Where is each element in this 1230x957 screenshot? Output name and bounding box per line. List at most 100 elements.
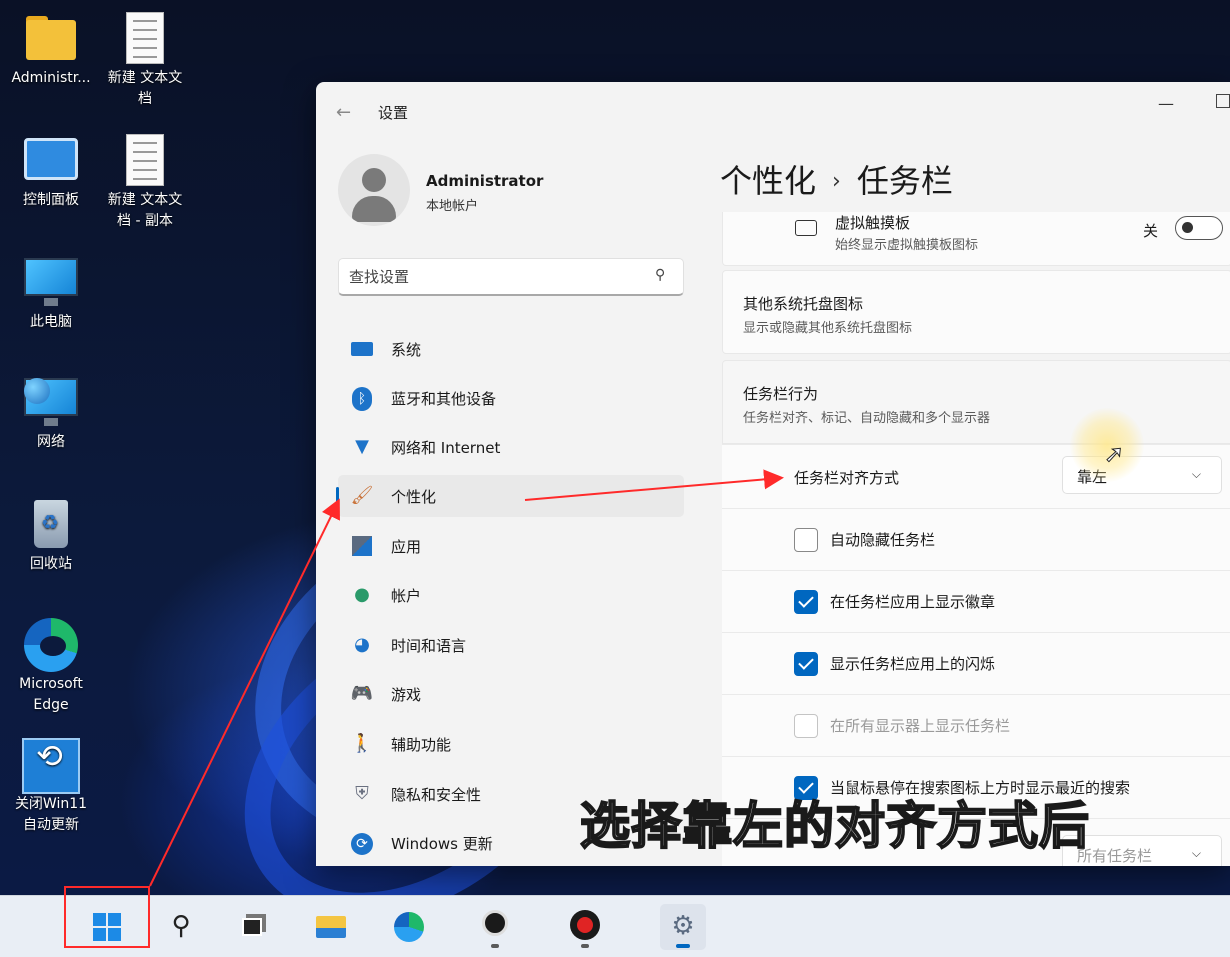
touchpad-subtitle: 始终显示虚拟触摸板图标 bbox=[835, 238, 979, 253]
maximize-button[interactable] bbox=[1216, 94, 1230, 108]
taskbar-behaviors-header[interactable]: 任务栏行为 任务栏对齐、标记、自动隐藏和多个显示器 bbox=[722, 360, 1230, 444]
account-type: 本地帐户 bbox=[426, 199, 479, 214]
computer-icon bbox=[22, 256, 80, 308]
behaviors-subtitle: 任务栏对齐、标记、自动隐藏和多个显示器 bbox=[743, 411, 991, 426]
recycle-bin-icon bbox=[22, 498, 80, 550]
breadcrumb: 个性化 › 任务栏 bbox=[720, 156, 953, 202]
settings-taskbar-button[interactable]: ⚙ bbox=[660, 904, 706, 950]
sidebar-item-label: 系统 bbox=[391, 341, 422, 359]
desktop-icon-disable-win11-update[interactable]: 关闭Win11自动更新 bbox=[8, 738, 94, 836]
accessibility-icon: 🚶 bbox=[350, 733, 374, 754]
sidebar-item-apps[interactable]: 应用 bbox=[338, 525, 684, 567]
update-icon: ⟳ bbox=[350, 831, 374, 855]
person-icon: ● bbox=[354, 584, 370, 605]
behaviors-title: 任务栏行为 bbox=[743, 385, 819, 403]
gear-icon: ⚙ bbox=[671, 911, 695, 941]
wifi-icon: ▼ bbox=[355, 436, 369, 457]
lightbulb-icon bbox=[482, 910, 508, 936]
control-panel-icon bbox=[22, 134, 80, 186]
mouse-cursor-icon: ➚ bbox=[1103, 440, 1125, 469]
touchpad-setting-row: 虚拟触摸板 始终显示虚拟触摸板图标 关 bbox=[722, 212, 1230, 266]
pinned-app-button[interactable] bbox=[472, 904, 518, 950]
taskbar: ⚲ ⚙ bbox=[0, 895, 1230, 957]
back-arrow-icon[interactable]: ← bbox=[336, 102, 351, 123]
desktop-icon-label: 网络 bbox=[37, 434, 65, 450]
video-caption: 选择靠左的对齐方式后 bbox=[579, 796, 1090, 856]
page-title: 任务栏 bbox=[856, 162, 953, 200]
sidebar-item-gaming[interactable]: 🎮 游戏 bbox=[338, 673, 684, 715]
sidebar-item-label: 隐私和安全性 bbox=[391, 786, 482, 804]
monitor-icon bbox=[350, 337, 374, 361]
sidebar-item-label: 蓝牙和其他设备 bbox=[391, 390, 497, 408]
desktop-icon-label: 控制面板 bbox=[23, 192, 79, 208]
desktop-icon-this-pc[interactable]: 此电脑 bbox=[8, 256, 94, 333]
desktop-icon-label: 新建 文本文档 bbox=[107, 70, 183, 107]
window-title: 设置 bbox=[378, 104, 409, 122]
search-field[interactable]: ⚲ bbox=[338, 258, 684, 296]
checkbox-label: 在所有显示器上显示任务栏 bbox=[830, 717, 1011, 735]
task-view-icon bbox=[242, 918, 262, 936]
touchpad-toggle[interactable] bbox=[1175, 216, 1223, 240]
folder-icon bbox=[22, 12, 80, 64]
sidebar-item-accounts[interactable]: ● 帐户 bbox=[338, 574, 684, 616]
desktop-icon-network[interactable]: 网络 bbox=[8, 376, 94, 453]
checkbox-label: 自动隐藏任务栏 bbox=[830, 531, 936, 549]
desktop-icon-text-document-copy[interactable]: 新建 文本文档 - 副本 bbox=[102, 134, 188, 232]
record-dot bbox=[577, 917, 593, 933]
folder-icon bbox=[316, 916, 346, 938]
tray-icons-setting[interactable]: 其他系统托盘图标 显示或隐藏其他系统托盘图标 bbox=[722, 270, 1230, 354]
all-displays-checkbox bbox=[794, 714, 818, 738]
desktop-icon-label: 新建 文本文档 - 副本 bbox=[107, 192, 183, 229]
sidebar-item-label: 帐户 bbox=[391, 587, 422, 605]
selection-indicator bbox=[336, 487, 339, 505]
checkbox-label: 显示任务栏应用上的闪烁 bbox=[830, 655, 996, 673]
desktop-icon-recycle-bin[interactable]: 回收站 bbox=[8, 498, 94, 575]
tray-subtitle: 显示或隐藏其他系统托盘图标 bbox=[743, 321, 913, 336]
taskbar-search-button[interactable]: ⚲ bbox=[158, 904, 204, 950]
globe-clock-icon: ◕ bbox=[354, 634, 370, 655]
sidebar-item-label: 时间和语言 bbox=[391, 637, 467, 655]
all-displays-row: 在所有显示器上显示任务栏 bbox=[722, 694, 1230, 756]
sidebar-item-time-language[interactable]: ◕ 时间和语言 bbox=[338, 624, 684, 666]
badges-row[interactable]: 在任务栏应用上显示徽章 bbox=[722, 570, 1230, 632]
apps-icon bbox=[350, 534, 374, 558]
brush-icon: 🖌 bbox=[350, 485, 374, 506]
sidebar-item-system[interactable]: 系统 bbox=[338, 328, 684, 370]
edge-taskbar-button[interactable] bbox=[386, 904, 432, 950]
sidebar-item-accessibility[interactable]: 🚶 辅助功能 bbox=[338, 723, 684, 765]
flashing-row[interactable]: 显示任务栏应用上的闪烁 bbox=[722, 632, 1230, 694]
desktop-icon-control-panel[interactable]: 控制面板 bbox=[8, 134, 94, 211]
sidebar-item-network[interactable]: ▼ 网络和 Internet bbox=[338, 426, 684, 468]
toggle-state-label: 关 bbox=[1143, 222, 1159, 240]
search-icon[interactable]: ⚲ bbox=[655, 267, 665, 283]
running-indicator bbox=[491, 944, 499, 948]
checkbox-label: 在任务栏应用上显示徽章 bbox=[830, 593, 996, 611]
auto-hide-checkbox[interactable] bbox=[794, 528, 818, 552]
file-explorer-button[interactable] bbox=[308, 904, 354, 950]
minimize-button[interactable]: — bbox=[1158, 94, 1174, 113]
touchpad-title: 虚拟触摸板 bbox=[835, 214, 911, 232]
avatar[interactable] bbox=[338, 154, 410, 226]
running-indicator bbox=[581, 944, 589, 948]
text-file-icon bbox=[116, 12, 174, 64]
sidebar-item-label: Windows 更新 bbox=[391, 835, 493, 853]
sidebar-item-personalization[interactable]: 🖌 个性化 bbox=[336, 475, 684, 517]
search-icon: ⚲ bbox=[171, 911, 191, 941]
desktop-icon-text-document[interactable]: 新建 文本文档 bbox=[102, 12, 188, 110]
search-input[interactable] bbox=[349, 265, 639, 289]
settings-content: 个性化 › 任务栏 虚拟触摸板 始终显示虚拟触摸板图标 关 其他系统托盘图标 显示或… bbox=[706, 142, 1230, 866]
desktop-icon-label: Administr... bbox=[11, 70, 91, 86]
auto-hide-row[interactable]: 自动隐藏任务栏 bbox=[722, 508, 1230, 570]
badges-checkbox[interactable] bbox=[794, 590, 818, 614]
desktop-icon-edge[interactable]: Microsoft Edge bbox=[8, 618, 94, 716]
breadcrumb-separator: › bbox=[832, 169, 841, 194]
touchpad-icon bbox=[795, 220, 817, 236]
sidebar-item-bluetooth[interactable]: ᛒ 蓝牙和其他设备 bbox=[338, 377, 684, 419]
task-view-button[interactable] bbox=[230, 904, 276, 950]
breadcrumb-parent[interactable]: 个性化 bbox=[720, 162, 816, 200]
sidebar-item-label: 游戏 bbox=[391, 686, 422, 704]
flashing-checkbox[interactable] bbox=[794, 652, 818, 676]
shield-icon: ⛨ bbox=[355, 783, 369, 804]
desktop-icon-administrator-folder[interactable]: Administr... bbox=[8, 12, 94, 89]
recorder-app-button[interactable] bbox=[562, 904, 608, 950]
